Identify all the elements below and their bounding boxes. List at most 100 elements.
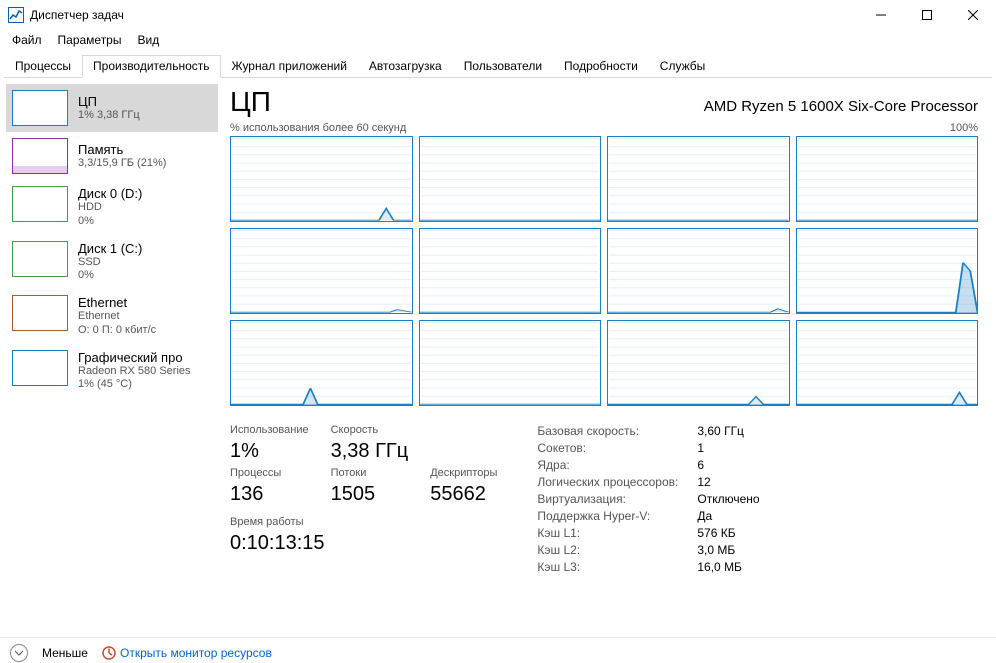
cpu-core-chart-7 (796, 228, 979, 314)
lp-value: 12 (697, 475, 759, 489)
window-title: Диспетчер задач (30, 8, 124, 22)
tab-performance[interactable]: Производительность (82, 55, 220, 78)
titlebar: Диспетчер задач (0, 0, 996, 30)
uptime-value: 0:10:13:15 (230, 532, 497, 555)
tab-details[interactable]: Подробности (553, 55, 649, 78)
sidebar-eth-sub2: О: 0 П: 0 кбит/с (78, 324, 156, 338)
cpu-core-chart-1 (419, 136, 602, 222)
thread-value: 1505 (331, 483, 409, 506)
sockets-label: Сокетов: (537, 441, 697, 455)
proc-value: 136 (230, 483, 309, 506)
cpu-chart-grid (230, 136, 978, 406)
speed-value: 3,38 ГГц (331, 440, 409, 463)
sidebar-item-memory[interactable]: Память 3,3/15,9 ГБ (21%) (6, 132, 218, 180)
sidebar-disk0-sub2: 0% (78, 215, 142, 229)
sidebar-item-cpu[interactable]: ЦП 1% 3,38 ГГц (6, 84, 218, 132)
sidebar-cpu-sub: 1% 3,38 ГГц (78, 109, 140, 123)
sidebar-cpu-name: ЦП (78, 94, 140, 109)
less-button[interactable]: Меньше (42, 646, 88, 660)
proc-label: Процессы (230, 467, 309, 479)
l2-value: 3,0 МБ (697, 543, 759, 557)
tab-apphistory[interactable]: Журнал приложений (221, 55, 358, 78)
sidebar-item-disk0[interactable]: Диск 0 (D:) HDD 0% (6, 180, 218, 235)
cpu-core-chart-6 (607, 228, 790, 314)
detail-pane: ЦП AMD Ryzen 5 1600X Six-Core Processor … (218, 78, 996, 637)
maximize-button[interactable] (904, 0, 950, 30)
task-manager-icon (8, 7, 24, 23)
menu-view[interactable]: Вид (129, 31, 167, 49)
open-resmon-link[interactable]: Открыть монитор ресурсов (102, 646, 272, 660)
l1-label: Кэш L1: (537, 526, 697, 540)
resmon-icon (102, 646, 116, 660)
cpu-core-chart-4 (230, 228, 413, 314)
sidebar-eth-name: Ethernet (78, 295, 156, 310)
tab-processes[interactable]: Процессы (4, 55, 82, 78)
footer: Меньше Открыть монитор ресурсов (0, 637, 996, 663)
stats-right: Базовая скорость:3,60 ГГц Сокетов:1 Ядра… (537, 424, 759, 574)
sidebar-memory-name: Память (78, 142, 166, 157)
cpu-core-chart-10 (607, 320, 790, 406)
sidebar-item-gpu[interactable]: Графический про Radeon RX 580 Series 1% … (6, 344, 218, 399)
sidebar-gpu-sub1: Radeon RX 580 Series (78, 365, 191, 379)
l1-value: 576 КБ (697, 526, 759, 540)
cores-value: 6 (697, 458, 759, 472)
chart-caption: % использования более 60 секунд (230, 122, 406, 134)
menu-file[interactable]: Файл (4, 31, 50, 49)
sockets-value: 1 (697, 441, 759, 455)
hv-label: Поддержка Hyper-V: (537, 509, 697, 523)
open-resmon-label: Открыть монитор ресурсов (120, 646, 272, 660)
sidebar-disk1-name: Диск 1 (C:) (78, 241, 142, 256)
lp-label: Логических процессоров: (537, 475, 697, 489)
base-label: Базовая скорость: (537, 424, 697, 438)
gpu-thumb-icon (12, 350, 68, 386)
sidebar-disk0-sub1: HDD (78, 201, 142, 215)
sidebar-disk1-sub2: 0% (78, 269, 142, 283)
cpu-core-chart-0 (230, 136, 413, 222)
sidebar-memory-sub: 3,3/15,9 ГБ (21%) (78, 157, 166, 171)
util-value: 1% (230, 440, 309, 463)
content: ЦП 1% 3,38 ГГц Память 3,3/15,9 ГБ (21%) … (0, 78, 996, 637)
l3-value: 16,0 МБ (697, 560, 759, 574)
util-label: Использование (230, 424, 309, 436)
cpu-core-chart-9 (419, 320, 602, 406)
l3-label: Кэш L3: (537, 560, 697, 574)
chart-max: 100% (950, 122, 978, 134)
virt-value: Отключено (697, 492, 759, 506)
tab-startup[interactable]: Автозагрузка (358, 55, 453, 78)
cpu-core-chart-8 (230, 320, 413, 406)
l2-label: Кэш L2: (537, 543, 697, 557)
tab-users[interactable]: Пользователи (453, 55, 553, 78)
base-value: 3,60 ГГц (697, 424, 759, 438)
sidebar-disk1-sub1: SSD (78, 256, 142, 270)
stats: Использование Скорость 1% 3,38 ГГц Проце… (230, 424, 978, 574)
sidebar-gpu-sub2: 1% (45 °C) (78, 378, 191, 392)
cpu-core-chart-11 (796, 320, 979, 406)
collapse-icon[interactable] (10, 644, 28, 662)
sidebar-eth-sub1: Ethernet (78, 310, 156, 324)
disk1-thumb-icon (12, 241, 68, 277)
cpu-thumb-icon (12, 90, 68, 126)
sidebar-gpu-name: Графический про (78, 350, 191, 365)
virt-label: Виртуализация: (537, 492, 697, 506)
close-button[interactable] (950, 0, 996, 30)
handle-label: Дескрипторы (430, 467, 497, 479)
sidebar-item-disk1[interactable]: Диск 1 (C:) SSD 0% (6, 235, 218, 290)
handle-value: 55662 (430, 483, 497, 506)
speed-label: Скорость (331, 424, 409, 436)
sidebar-item-ethernet[interactable]: Ethernet Ethernet О: 0 П: 0 кбит/с (6, 289, 218, 344)
cpu-core-chart-5 (419, 228, 602, 314)
menubar: Файл Параметры Вид (0, 30, 996, 50)
memory-thumb-icon (12, 138, 68, 174)
minimize-button[interactable] (858, 0, 904, 30)
disk0-thumb-icon (12, 186, 68, 222)
ethernet-thumb-icon (12, 295, 68, 331)
stats-left: Использование Скорость 1% 3,38 ГГц Проце… (230, 424, 497, 574)
sidebar: ЦП 1% 3,38 ГГц Память 3,3/15,9 ГБ (21%) … (0, 78, 218, 637)
menu-options[interactable]: Параметры (50, 31, 130, 49)
tab-services[interactable]: Службы (649, 55, 716, 78)
sidebar-disk0-name: Диск 0 (D:) (78, 186, 142, 201)
uptime-label: Время работы (230, 516, 497, 528)
cpu-core-chart-3 (796, 136, 979, 222)
detail-title: ЦП (230, 86, 271, 118)
tabstrip: Процессы Производительность Журнал прило… (4, 54, 992, 78)
